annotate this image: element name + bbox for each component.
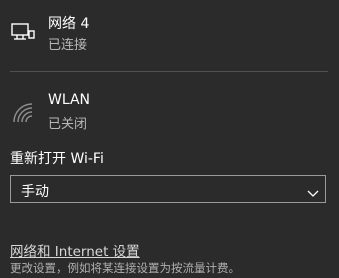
network-name: 网络 4 bbox=[48, 16, 90, 32]
divider bbox=[10, 71, 328, 72]
dropdown-selected-value: 手动 bbox=[21, 184, 49, 200]
wifi-icon bbox=[10, 100, 36, 126]
ethernet-icon bbox=[10, 18, 36, 44]
chevron-down-icon bbox=[307, 184, 319, 197]
network-item-wlan[interactable]: WLAN 已关闭 bbox=[0, 80, 339, 150]
settings-description: 更改设置，例如将某连接设置为按流量计费。 bbox=[10, 261, 240, 275]
network-settings-link[interactable]: 网络和 Internet 设置 bbox=[10, 240, 140, 260]
reconnect-wifi-label: 重新打开 Wi-Fi bbox=[10, 151, 104, 167]
network-item-ethernet[interactable]: 网络 4 已连接 bbox=[0, 0, 339, 70]
reconnect-wifi-dropdown[interactable]: 手动 bbox=[10, 175, 326, 203]
network-name: WLAN bbox=[48, 92, 91, 108]
network-status: 已关闭 bbox=[48, 117, 88, 132]
network-status: 已连接 bbox=[48, 38, 88, 53]
